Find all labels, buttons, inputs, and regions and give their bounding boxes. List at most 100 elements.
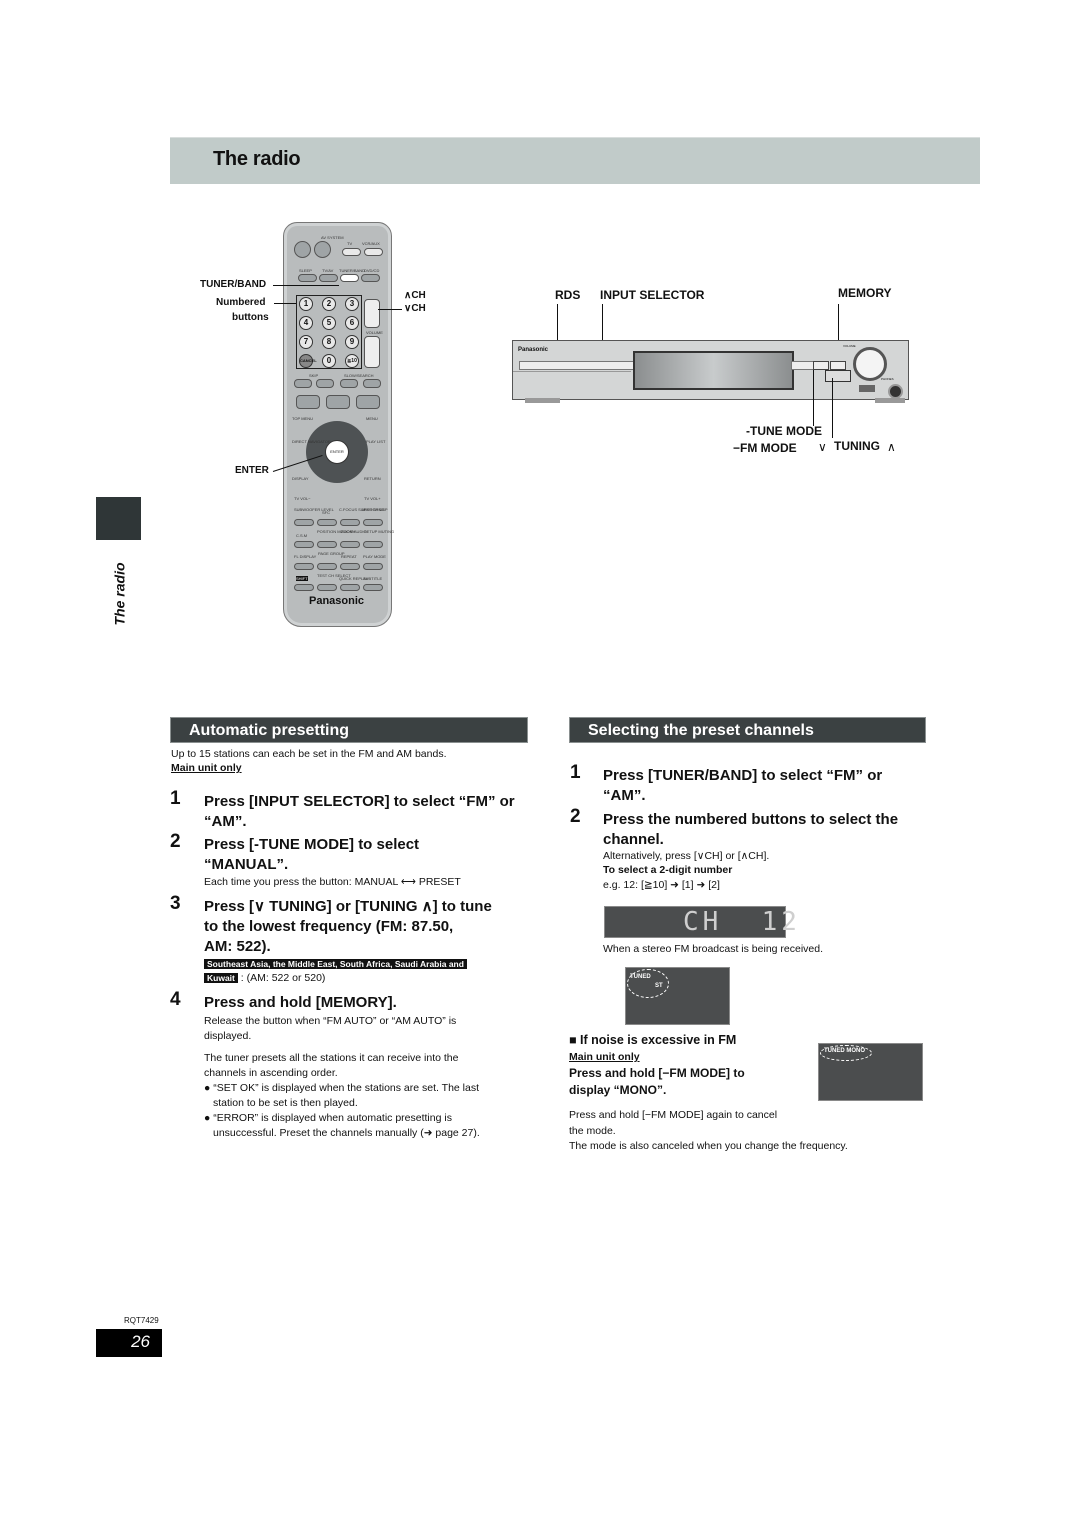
step-text: Press [∨ TUNING] or [TUNING ∧] to tune	[204, 898, 492, 915]
leader-line	[274, 303, 296, 304]
step-text: Press and hold [MEMORY].	[204, 994, 397, 1011]
position-memory-button	[317, 541, 337, 548]
fl-display-button	[294, 563, 314, 570]
repeat-label: REPEAT	[341, 554, 357, 559]
step-text: channel.	[603, 831, 664, 848]
step-number: 3	[170, 893, 181, 914]
power-icon	[314, 241, 331, 258]
bullet-item: ● “ERROR” is displayed when automatic pr…	[204, 1112, 452, 1124]
bullet-item: ● “SET OK” is displayed when the station…	[204, 1082, 480, 1094]
fast-forward-icon	[363, 379, 381, 388]
unit-foot	[875, 398, 905, 403]
step-detail: Release the button when “FM AUTO” or “AM…	[204, 1015, 457, 1027]
c-focus-button	[340, 519, 360, 526]
stereo-note: When a stereo FM broadcast is being rece…	[603, 943, 824, 955]
stereo-indicator: ST	[655, 983, 663, 989]
play-icon	[356, 395, 380, 409]
document-code: RQT7429	[124, 1316, 159, 1325]
number-button-2: 2	[322, 297, 336, 311]
leader-line	[813, 370, 814, 426]
slow-search-label: SLOW/SEARCH	[344, 373, 374, 378]
bullet-text: “SET OK” is displayed when the stations …	[213, 1082, 480, 1094]
callout-ch-down: ∨CH	[404, 303, 426, 314]
skip-back-icon	[294, 379, 312, 388]
number-button-1: 1	[299, 297, 313, 311]
unit-brand-logo: Panasonic	[518, 347, 549, 353]
tuning-up-icon: ∧	[887, 440, 896, 454]
setup-label: SETUP MUTING	[364, 529, 395, 534]
noise-heading: ■ If noise is excessive in FM	[569, 1033, 737, 1047]
tune-mode-button	[813, 361, 829, 370]
noise-instruction: display “MONO”.	[569, 1083, 667, 1097]
skip-forward-icon	[316, 379, 334, 388]
mix-2ch-button	[363, 519, 383, 526]
unit-foot	[525, 398, 560, 403]
step-number: 2	[570, 806, 581, 827]
step-text: Press the numbered buttons to select the	[603, 811, 899, 828]
leader-line	[832, 378, 833, 438]
sfc-label: SFC	[322, 510, 330, 515]
page-title: The radio	[213, 148, 301, 170]
step-text: AM: 522).	[204, 938, 271, 955]
volume-label: VOLUME	[843, 344, 856, 348]
result-text: channels in ascending order.	[204, 1067, 338, 1079]
dvd-cd-label: DVD/CD	[364, 268, 380, 273]
channel-display: CH 12	[604, 906, 797, 938]
tuned-indicator: TUNED	[630, 974, 651, 980]
region-tag: Kuwait	[204, 973, 238, 983]
skip-label: SKIP	[309, 373, 319, 378]
result-text: The tuner presets all the stations it ca…	[204, 1052, 459, 1064]
source-buttons-strip	[519, 361, 636, 370]
tv-av-label: TV/AV	[322, 268, 334, 273]
remote-brand-logo: Panasonic	[309, 595, 365, 607]
noise-instruction: Press and hold [−FM MODE] to	[569, 1066, 745, 1080]
section-heading: Automatic presetting	[170, 717, 528, 743]
tuning-buttons	[825, 370, 851, 382]
number-button-4: 4	[299, 316, 313, 330]
tv-av-button	[319, 274, 338, 282]
top-menu-label: TOP MENU	[292, 416, 313, 421]
cancel-text: the mode.	[569, 1125, 616, 1137]
shift-button	[294, 584, 314, 591]
section-heading: Selecting the preset channels	[569, 717, 926, 743]
callout-rds: RDS	[555, 288, 581, 302]
step-text: Press [INPUT SELECTOR] to select “FM” or	[204, 793, 515, 810]
side-label: The radio	[104, 556, 134, 625]
callout-buttons: buttons	[232, 312, 269, 323]
tv-label: TV	[347, 241, 353, 246]
dvd-cd-button	[361, 274, 380, 282]
volume-knob	[853, 347, 887, 381]
sfc-button	[317, 519, 337, 526]
mix-2ch-label: MIX 2CH DSP	[362, 507, 388, 512]
step-number: 2	[170, 831, 181, 852]
step-number: 4	[170, 989, 181, 1010]
stop-icon	[296, 395, 320, 409]
volume-label: VOLUME	[366, 330, 383, 335]
fl-display-label: FL DISPLAY	[294, 554, 317, 559]
page-number: 26	[131, 1332, 150, 1351]
subtitle-label: SUBTITLE	[363, 576, 383, 581]
remote-control: AV SYSTEM TV VCR/AUX SLEEP TV/AV TUNER/B…	[283, 222, 395, 627]
shift-label: SHIFT	[296, 576, 308, 581]
number-button-3: 3	[345, 297, 359, 311]
csm-button	[294, 541, 314, 548]
tv-vol-plus-label: TV VOL+	[364, 496, 381, 501]
sleep-button	[298, 274, 317, 282]
main-unit-only-note: Main unit only	[569, 1051, 640, 1063]
callout-enter: ENTER	[235, 465, 269, 476]
tv-button	[342, 248, 361, 256]
pause-icon	[326, 395, 350, 409]
bullet-text: “ERROR” is displayed when automatic pres…	[213, 1112, 452, 1124]
csm-label: C.S.M	[296, 533, 308, 538]
main-unit-only-note: Main unit only	[171, 762, 242, 774]
callout-ch-up: ∧CH	[404, 290, 426, 301]
mono-display: TUNED MONO	[818, 1043, 923, 1101]
setup-button	[363, 541, 383, 548]
divider	[513, 371, 631, 372]
tv-vol-minus-label: TV VOL−	[294, 496, 311, 501]
callout-memory: MEMORY	[838, 286, 892, 300]
play-list-label: PLAY LIST	[366, 439, 386, 444]
display-text: CH 12	[683, 907, 801, 937]
tuner-band-label: TUNER/BAND	[339, 268, 366, 273]
subtitle-button	[363, 584, 383, 591]
